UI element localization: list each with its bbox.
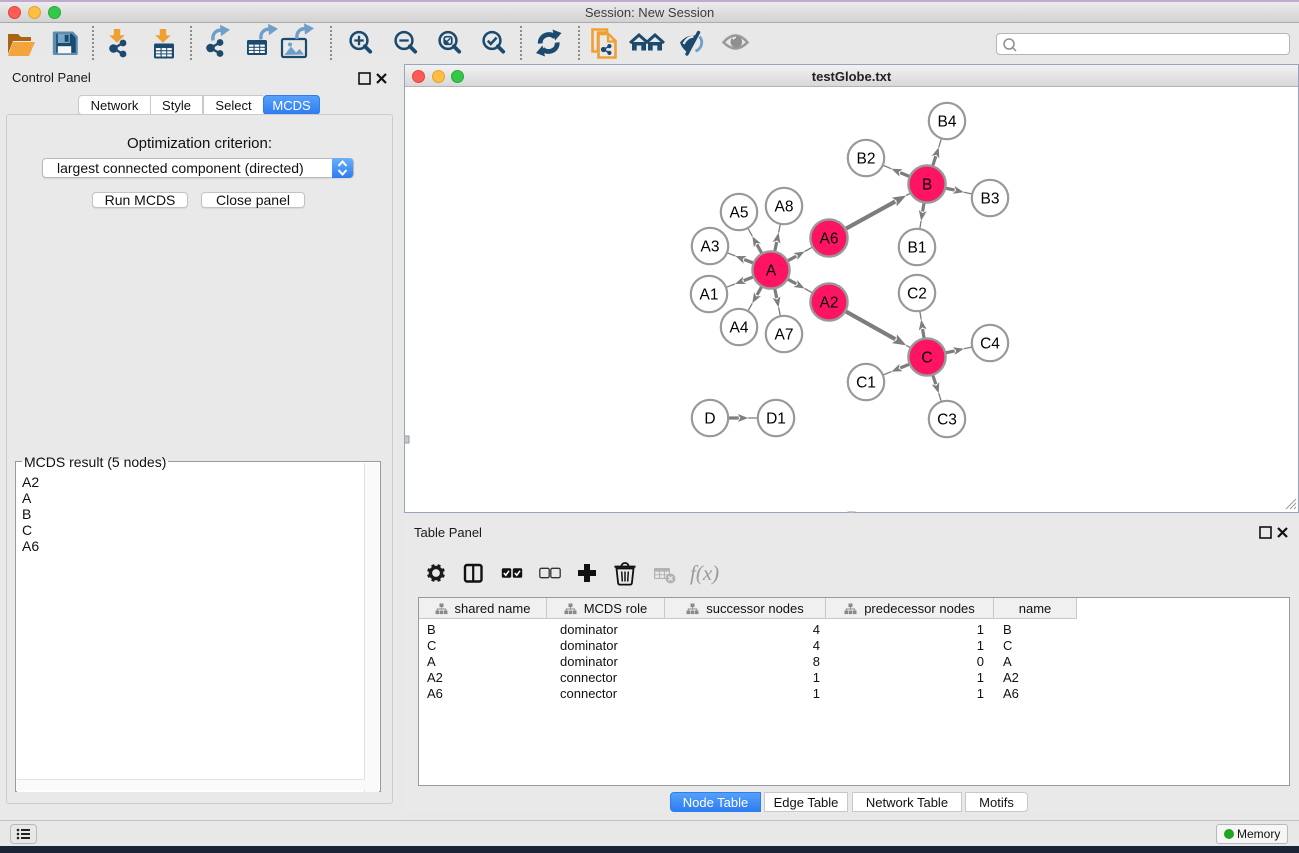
svg-text:C2: C2 (907, 286, 927, 303)
svg-text:A3: A3 (701, 239, 720, 256)
svg-text:B4: B4 (938, 114, 957, 131)
svg-text:A1: A1 (700, 287, 719, 304)
svg-text:D1: D1 (766, 411, 786, 428)
svg-text:A7: A7 (775, 327, 794, 344)
svg-text:B: B (922, 177, 932, 194)
svg-text:D: D (704, 411, 715, 428)
svg-text:A6: A6 (820, 231, 839, 248)
svg-text:B1: B1 (908, 240, 927, 257)
svg-text:C4: C4 (980, 336, 1000, 353)
svg-text:A5: A5 (730, 205, 749, 222)
svg-text:C3: C3 (937, 412, 957, 429)
svg-text:B2: B2 (857, 151, 876, 168)
svg-text:A4: A4 (730, 320, 749, 337)
svg-text:A8: A8 (775, 199, 794, 216)
svg-text:f(x): f(x) (690, 561, 719, 585)
svg-text:B3: B3 (981, 191, 1000, 208)
svg-text:A2: A2 (820, 295, 839, 312)
svg-text:C: C (921, 350, 932, 367)
svg-text:A: A (766, 263, 777, 280)
svg-text:C1: C1 (856, 375, 876, 392)
